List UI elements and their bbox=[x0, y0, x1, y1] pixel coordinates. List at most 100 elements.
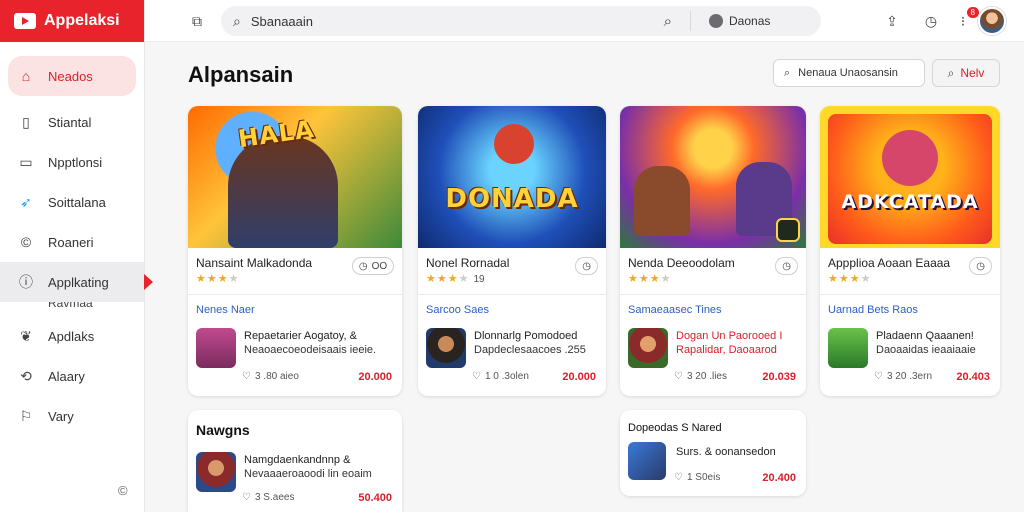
collapse-icon[interactable]: © bbox=[118, 483, 128, 498]
collection-card[interactable]: Dopeodas S Nared Surs. & oonansedon ♡ 1 S… bbox=[620, 410, 806, 496]
item-meta-text: 1 S0eis bbox=[686, 472, 721, 483]
scope-label: Daonas bbox=[729, 14, 771, 28]
search-bar[interactable]: ⌕ ⌕ Daonas bbox=[221, 6, 821, 36]
item-price: 20.039 bbox=[762, 371, 796, 383]
sidebar-item-history[interactable]: ⟲ Alaary bbox=[0, 356, 144, 396]
share-icon[interactable]: ⇪ bbox=[882, 11, 902, 31]
new-button[interactable]: ⌕ Nelv bbox=[932, 59, 1000, 87]
badge-icon bbox=[776, 218, 800, 242]
heart-icon: ♡ bbox=[472, 371, 481, 382]
notification-icon[interactable]: ⁝ 8 bbox=[953, 7, 979, 31]
sidebar-item-reviews[interactable]: © Roaneri bbox=[0, 222, 144, 262]
sidebar-item-apps[interactable]: ▭ Npptlonsi bbox=[0, 142, 144, 182]
info-icon: ⓘ bbox=[19, 274, 33, 290]
play-logo-icon bbox=[14, 13, 36, 29]
item-meta-text: 3 20 .lies bbox=[686, 371, 727, 382]
item-title[interactable]: Repaetarier Aogatoy, & bbox=[244, 330, 357, 342]
clock-icon: ◷ bbox=[582, 260, 591, 272]
sidebar-item-label: Applkating bbox=[48, 274, 109, 290]
game-name: Nonel Rornadal bbox=[426, 256, 510, 270]
sidebar-item-home[interactable]: ⌂ Neados bbox=[8, 56, 136, 96]
collection-title: Dopeodas S Nared bbox=[628, 422, 722, 434]
creature-figure bbox=[494, 124, 534, 164]
sidebar-item-label: Neados bbox=[48, 68, 93, 84]
game-action-button[interactable]: ◷ bbox=[969, 257, 992, 275]
filter-search-icon: ⌕ bbox=[784, 66, 791, 79]
top-bar: ⧉ ⌕ ⌕ Daonas ⇪ ◷ ⁝ 8 bbox=[145, 0, 1024, 42]
game-action-button[interactable]: ◷ bbox=[575, 257, 598, 275]
sidebar-item-updates[interactable]: ❦ Apdlaks bbox=[0, 316, 144, 356]
app-name: Appelaksi bbox=[44, 12, 120, 29]
item-meta-text: 3 .80 aieo bbox=[254, 371, 299, 382]
monitor-icon: ▭ bbox=[19, 153, 33, 170]
section-label[interactable]: Samaeaasec Tines bbox=[628, 304, 722, 316]
circle-c-icon: © bbox=[20, 234, 32, 250]
game-name: Nenda Deeoodolam bbox=[628, 256, 735, 270]
search-input[interactable] bbox=[250, 13, 654, 29]
clock-icon: ◷ bbox=[358, 260, 368, 272]
game-action-button[interactable]: ◷ bbox=[775, 257, 798, 275]
item-thumbnail bbox=[426, 328, 466, 368]
item-price: 50.400 bbox=[358, 492, 392, 504]
item-title[interactable]: Pladaenn Qaaanen! bbox=[876, 330, 974, 342]
search-submit-icon[interactable]: ⌕ bbox=[664, 13, 672, 30]
app-logo[interactable]: Appelaksi bbox=[0, 0, 144, 42]
page-title: Alpansain bbox=[188, 62, 294, 87]
heart-icon: ♡ bbox=[242, 492, 251, 503]
item-subtitle: Dapdeclesaacoes .255 bbox=[474, 344, 586, 356]
sidebar-item-flags[interactable]: ⚐ Vary bbox=[0, 396, 144, 436]
game-card[interactable]: Nenda Deeoodolam ★★★★ ◷ Samaeaasec Tines… bbox=[620, 106, 806, 396]
section-label[interactable]: Sarcoo Saes bbox=[426, 304, 489, 316]
item-subtitle: Neaoaecoeodeisaais ieeie. bbox=[244, 344, 377, 356]
card-divider bbox=[418, 294, 606, 295]
game-art: DONADA bbox=[418, 106, 606, 248]
item-price: 20.400 bbox=[762, 472, 796, 484]
rating-count: 19 bbox=[473, 274, 485, 285]
item-price: 20.000 bbox=[562, 371, 596, 383]
item-subtitle: Rapalidar, Daoaarod bbox=[676, 344, 777, 356]
sidebar-item-applications[interactable]: ⓘ Applkating bbox=[0, 262, 153, 302]
item-meta: ♡ 3 S.aees bbox=[242, 492, 294, 503]
section-label[interactable]: Uarnad Bets Raos bbox=[828, 304, 918, 316]
item-title[interactable]: Namgdaenkandnnp & bbox=[244, 454, 350, 466]
book-icon: ▯ bbox=[22, 113, 30, 130]
search-scope-dropdown[interactable]: Daonas bbox=[709, 14, 809, 28]
home-icon: ⌂ bbox=[21, 68, 31, 84]
avatar[interactable] bbox=[978, 7, 1006, 35]
search-icon: ⌕ bbox=[947, 65, 955, 80]
search-icon: ⌕ bbox=[233, 12, 241, 29]
game-card[interactable]: DONADA Nonel Rornadal ★★★★ 19 ◷ Sarcoo Sa… bbox=[418, 106, 606, 396]
sidebar-item-label: Roaneri bbox=[48, 234, 94, 250]
game-card[interactable]: ADKCATADA Appplioa Aoaan Eaaaa ★★★★ ◷ Ua… bbox=[820, 106, 1000, 396]
sidebar-item-label: Soittalana bbox=[48, 194, 106, 210]
leaf-icon: ❦ bbox=[20, 327, 32, 344]
sidebar-item-label: Apdlaks bbox=[48, 328, 95, 344]
collection-card[interactable]: Nawgns Namgdaenkandnnp & Nevaaaeroaoodi … bbox=[188, 410, 402, 512]
clock-icon: ◷ bbox=[976, 260, 985, 272]
heart-icon: ♡ bbox=[874, 371, 883, 382]
item-title[interactable]: Surs. & oonansedon bbox=[676, 446, 776, 458]
collection-title: Nawgns bbox=[196, 422, 250, 438]
item-price: 20.000 bbox=[358, 371, 392, 383]
sidebar-item-label: Stiantal bbox=[48, 114, 92, 130]
sidebar-item-social[interactable]: ➶ Soittalana bbox=[0, 182, 144, 222]
item-thumbnail bbox=[828, 328, 868, 368]
game-art: ADKCATADA bbox=[820, 106, 1000, 248]
game-card[interactable]: HALA Nansaint Malkadonda ★★★★ ◷ OO Nenes… bbox=[188, 106, 402, 396]
item-meta-text: 3 20 .3ern bbox=[886, 371, 933, 382]
screen-icon[interactable]: ⧉ bbox=[187, 11, 207, 31]
sidebar-item-label: Npptlonsi bbox=[48, 154, 103, 170]
rating-stars: ★★★★ bbox=[196, 273, 240, 285]
clock-icon[interactable]: ◷ bbox=[921, 11, 941, 31]
character-figure bbox=[882, 130, 938, 186]
sidebar-item-library[interactable]: ▯ Stiantal bbox=[0, 102, 144, 142]
item-title[interactable]: Dlonnarlg Pomodoed bbox=[474, 330, 577, 342]
filter-field[interactable]: ⌕ bbox=[773, 59, 925, 87]
item-meta: ♡ 3 20 .lies bbox=[674, 371, 727, 382]
item-title[interactable]: Dogan Un Paorooed I bbox=[676, 330, 782, 342]
item-price: 20.403 bbox=[956, 371, 990, 383]
sidebar-item-label: Alaary bbox=[48, 368, 85, 384]
filter-input[interactable] bbox=[798, 67, 909, 79]
game-action-button[interactable]: ◷ OO bbox=[352, 257, 394, 275]
section-label[interactable]: Nenes Naer bbox=[196, 304, 255, 316]
